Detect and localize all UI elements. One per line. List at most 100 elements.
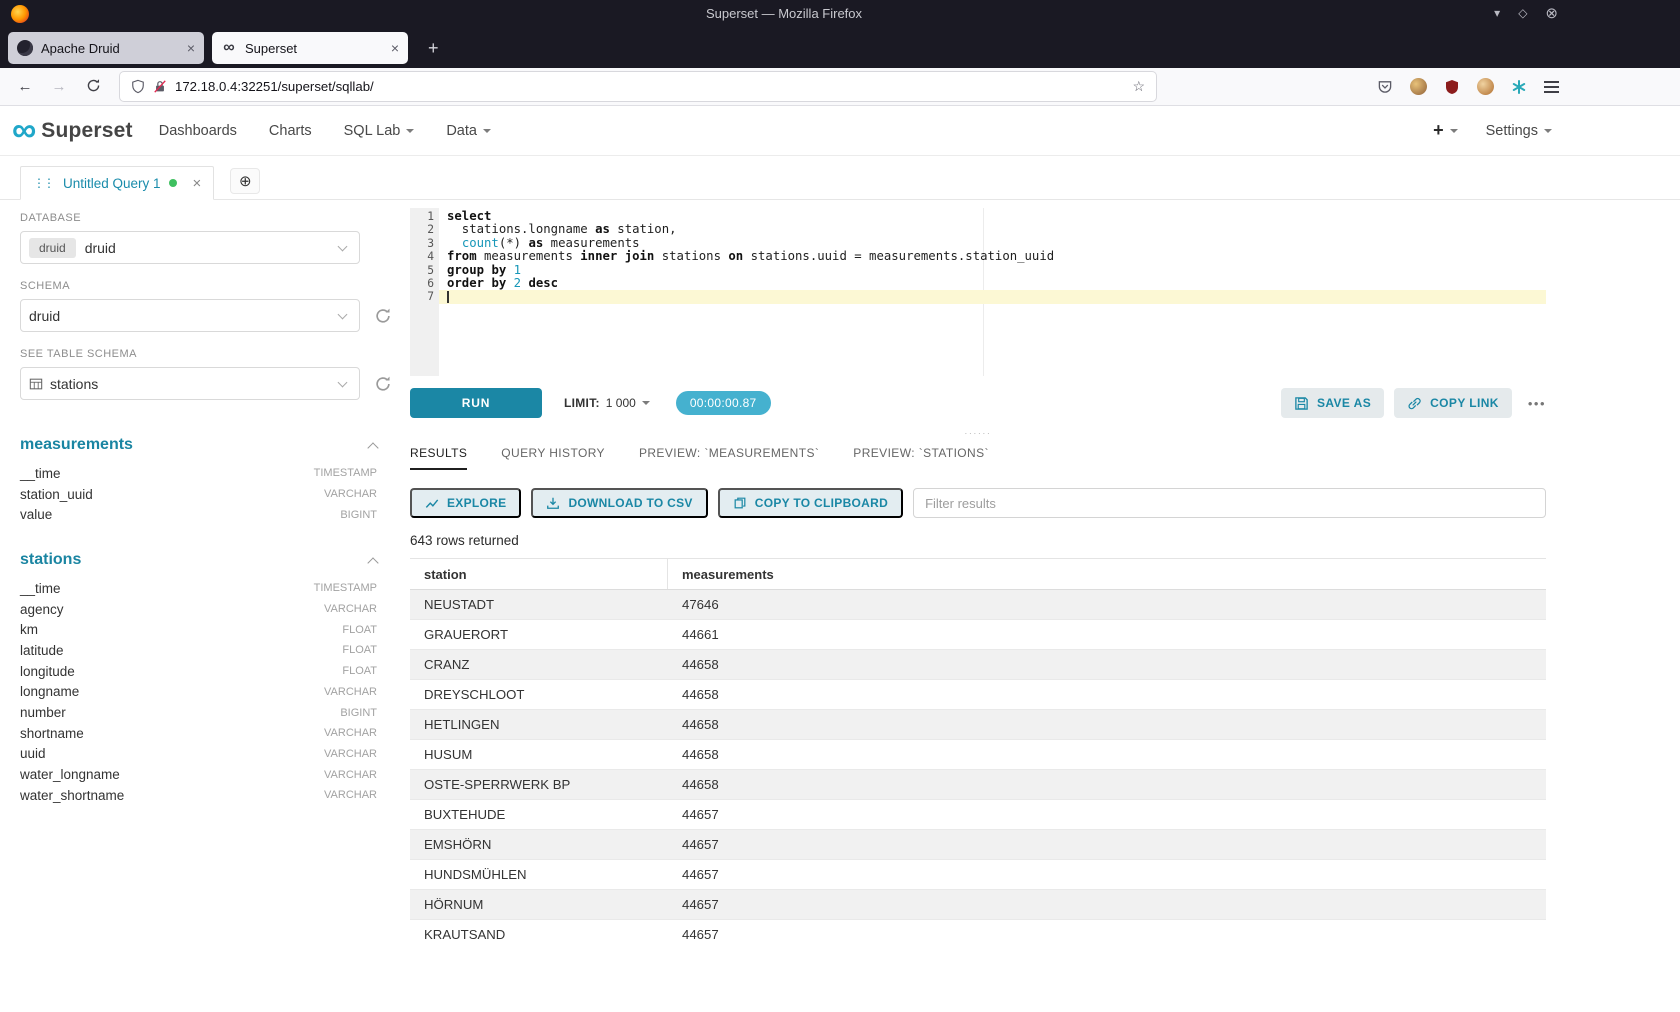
url-input[interactable] [175, 79, 1124, 94]
table-row: HUNDSMÜHLEN44657 [410, 860, 1546, 890]
query-status-dot [169, 179, 177, 187]
code-line[interactable]: order by 2 desc [439, 277, 1546, 290]
menu-icon[interactable] [1544, 81, 1560, 93]
table-row: OSTE-SPERRWERK BP44658 [410, 770, 1546, 800]
nav-item-sql-lab[interactable]: SQL Lab [344, 123, 415, 139]
window-titlebar: Superset — Mozilla Firefox ▾ ◇ ⊗ [0, 0, 1680, 28]
nav-item-dashboards[interactable]: Dashboards [159, 123, 237, 139]
column-row-longname: longnameVARCHAR [20, 682, 377, 703]
column-row-km: kmFLOAT [20, 619, 377, 640]
more-options-icon[interactable]: ••• [1528, 396, 1546, 411]
new-tab-button[interactable]: + [420, 38, 447, 59]
pocket-icon[interactable] [1377, 79, 1393, 94]
results-tab-preview-measurements[interactable]: PREVIEW: `MEASUREMENTS` [639, 446, 819, 470]
database-select[interactable]: druid druid [20, 231, 360, 264]
column-header-measurements[interactable]: measurements [668, 559, 1546, 589]
clipboard-icon [733, 496, 747, 510]
bookmark-star-icon[interactable]: ☆ [1132, 78, 1145, 95]
sql-editor[interactable]: 1234567 select stations.longname as stat… [410, 208, 1546, 376]
query-tab-close-icon[interactable]: × [193, 175, 202, 192]
sqllab-main: DATABASE druid druid SCHEMA druid [0, 200, 1680, 1012]
code-line[interactable]: group by 1 [439, 264, 1546, 277]
run-button[interactable]: RUN [410, 388, 542, 418]
back-button[interactable]: ← [12, 79, 38, 94]
explore-button[interactable]: EXPLORE [410, 488, 521, 518]
column-row-water-shortname: water_shortnameVARCHAR [20, 785, 377, 806]
limit-dropdown[interactable]: LIMIT: 1 000 [564, 396, 650, 410]
editor-code[interactable]: select stations.longname as station, cou… [439, 210, 1546, 304]
window-minimize-icon[interactable]: ▾ [1494, 6, 1500, 20]
refresh-table-icon[interactable] [374, 375, 392, 393]
code-line[interactable]: from measurements inner join stations on… [439, 250, 1546, 263]
drag-handle-icon[interactable]: ⋮⋮ [33, 176, 53, 190]
lock-insecure-icon[interactable] [153, 79, 167, 94]
code-line[interactable]: stations.longname as station, [439, 223, 1546, 236]
window-title: Superset — Mozilla Firefox [706, 6, 862, 21]
chevron-up-icon[interactable] [367, 442, 378, 453]
column-row-time: __timeTIMESTAMP [20, 463, 377, 484]
cell-measurements: 44658 [668, 710, 1546, 739]
code-line[interactable] [439, 290, 1546, 303]
window-maximize-icon[interactable]: ◇ [1518, 6, 1527, 20]
line-number: 2 [410, 223, 434, 236]
browser-tab-apache-druid[interactable]: Apache Druid× [8, 32, 204, 64]
table-section-measurements[interactable]: measurements [20, 436, 377, 454]
extension-avatar-icon[interactable] [1410, 78, 1427, 95]
forward-button[interactable]: → [46, 79, 72, 94]
column-row-latitude: latitudeFLOAT [20, 640, 377, 661]
url-bar[interactable]: ☆ [120, 72, 1156, 101]
column-row-station-uuid: station_uuidVARCHAR [20, 484, 377, 505]
tab-close-icon[interactable]: × [187, 40, 195, 56]
tracking-shield-icon[interactable] [131, 79, 145, 94]
reload-button[interactable] [80, 78, 106, 96]
schema-label: SCHEMA [20, 280, 395, 292]
copy-link-button[interactable]: COPY LINK [1394, 388, 1512, 418]
column-header-station[interactable]: station [410, 559, 668, 589]
code-line[interactable]: select [439, 210, 1546, 223]
schema-value: druid [29, 308, 60, 324]
chevron-down-icon [338, 242, 348, 252]
cell-station: HUSUM [410, 740, 668, 769]
nav-items: Dashboards Charts SQL Lab Data [159, 123, 491, 139]
explore-icon [425, 496, 439, 510]
nav-item-charts[interactable]: Charts [269, 123, 312, 139]
column-name: station_uuid [20, 487, 93, 502]
cell-measurements: 44657 [668, 860, 1546, 889]
code-line[interactable]: count(*) as measurements [439, 237, 1546, 250]
browser-tab-superset[interactable]: ∞Superset× [212, 32, 408, 64]
settings-menu[interactable]: Settings [1486, 123, 1552, 139]
results-tab-results[interactable]: RESULTS [410, 446, 467, 470]
chevron-up-icon[interactable] [367, 557, 378, 568]
table-select[interactable]: stations [20, 367, 360, 400]
superset-logo[interactable]: ∞ Superset [12, 117, 133, 144]
download-to-csv-button[interactable]: DOWNLOAD TO CSV [531, 488, 707, 518]
copy-to-clipboard-button[interactable]: COPY TO CLIPBOARD [718, 488, 903, 518]
schema-select[interactable]: druid [20, 299, 360, 332]
cell-station: BUXTEHUDE [410, 800, 668, 829]
table-section-stations[interactable]: stations [20, 551, 377, 569]
nav-item-data[interactable]: Data [446, 123, 491, 139]
table-row: HETLINGEN44658 [410, 710, 1546, 740]
desktop: Superset — Mozilla Firefox ▾ ◇ ⊗ Apache … [0, 0, 1680, 1012]
save-as-label: SAVE AS [1317, 396, 1371, 410]
save-as-button[interactable]: SAVE AS [1281, 388, 1384, 418]
extension-avatar-icon[interactable] [1477, 78, 1494, 95]
tab-close-icon[interactable]: × [391, 40, 399, 56]
filter-results-input[interactable] [913, 488, 1546, 518]
asterisk-extension-icon[interactable] [1511, 79, 1527, 95]
editor-toolbar: RUN LIMIT: 1 000 00:00:00.87 SAVE AS [410, 380, 1546, 426]
pane-splitter[interactable]: ∙∙∙∙∙∙ [410, 426, 1546, 440]
results-tab-query-history[interactable]: QUERY HISTORY [501, 446, 605, 470]
cell-station: HÖRNUM [410, 890, 668, 919]
results-tab-preview-stations[interactable]: PREVIEW: `STATIONS` [853, 446, 989, 470]
add-query-tab-button[interactable]: ⊕ [230, 168, 260, 194]
refresh-schema-icon[interactable] [374, 307, 392, 325]
column-type: BIGINT [340, 509, 377, 521]
new-item-menu[interactable]: + [1433, 120, 1458, 141]
cell-station: DREYSCHLOOT [410, 680, 668, 709]
table-row: EMSHÖRN44657 [410, 830, 1546, 860]
column-name: longname [20, 684, 79, 699]
window-close-icon[interactable]: ⊗ [1545, 4, 1558, 22]
ublock-icon[interactable] [1444, 79, 1460, 95]
query-tab[interactable]: ⋮⋮ Untitled Query 1 × [20, 166, 214, 200]
